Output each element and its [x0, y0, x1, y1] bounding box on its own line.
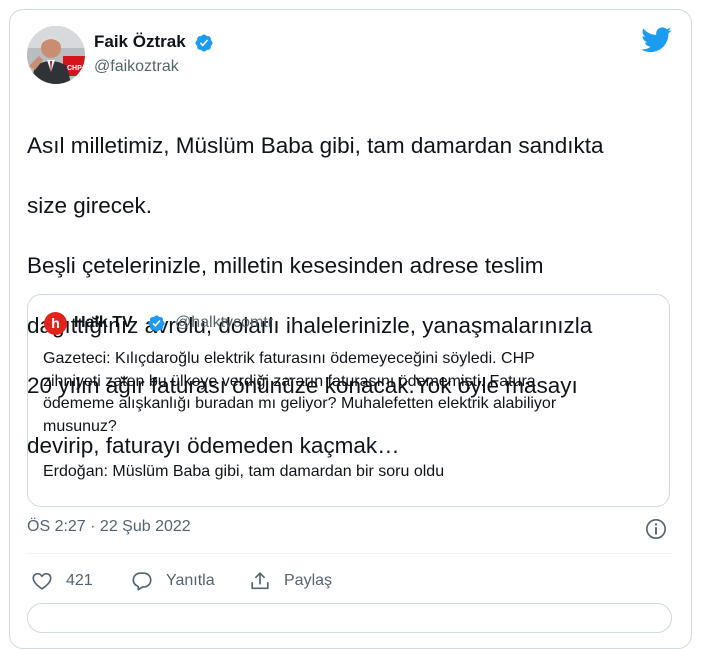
- divider: [27, 553, 672, 554]
- verified-badge-icon: [148, 315, 165, 332]
- heart-icon: [32, 572, 52, 590]
- quoted-text-line: Gazeteci: Kılıçdaroğlu elektrik faturası…: [43, 350, 535, 367]
- tweet-text-line: size girecek.: [27, 193, 153, 218]
- like-button[interactable]: 421: [31, 570, 93, 592]
- info-icon[interactable]: [645, 518, 667, 540]
- author-handle[interactable]: @faikoztrak: [94, 58, 179, 76]
- verified-badge-icon: [195, 34, 213, 52]
- quoted-author-name: Halk TV: [74, 314, 133, 331]
- quoted-tweet[interactable]: h Halk TV @halktvcomtr Gazeteci: Kılıçda…: [27, 294, 670, 507]
- twitter-bird-icon[interactable]: [641, 27, 672, 53]
- read-replies-button[interactable]: [27, 603, 672, 633]
- svg-text:CHP: CHP: [67, 65, 82, 72]
- like-count: 421: [66, 572, 93, 589]
- speech-bubble-icon: [132, 572, 152, 591]
- quoted-text-line: musunuz?: [43, 418, 117, 436]
- share-upload-icon: [251, 572, 269, 590]
- tweet-text-line: Asıl milletimiz, Müslüm Baba gibi, tam d…: [27, 133, 604, 158]
- halk-tv-logo: h: [44, 312, 67, 335]
- reply-label: Yanıtla: [166, 572, 215, 589]
- quoted-tweet-text: Gazeteci: Kılıçdaroğlu elektrik faturası…: [43, 348, 658, 484]
- reply-button[interactable]: Yanıtla: [131, 570, 215, 592]
- author-name[interactable]: Faik Öztrak: [94, 32, 186, 52]
- tweet-text-line: Beşli çetelerinizle, milletin kesesinden…: [27, 253, 544, 278]
- tweet-timestamp[interactable]: ÖS 2:27 · 22 Şub 2022: [27, 518, 191, 536]
- share-label: Paylaş: [284, 572, 333, 589]
- author-avatar[interactable]: CHP: [27, 26, 85, 84]
- quoted-text-line: zihniyeti zaten bu ülkeye verdiği zararı…: [43, 372, 536, 390]
- avatar-photo: CHP: [27, 26, 85, 84]
- quoted-author-handle: @halktvcomtr: [175, 314, 274, 331]
- quoted-text-line: Erdoğan: Müslüm Baba gibi, tam damardan …: [43, 462, 445, 480]
- share-button[interactable]: Paylaş: [249, 570, 332, 592]
- quoted-text-line: ödememe alışkanlığı buradan mı geliyor? …: [43, 395, 557, 413]
